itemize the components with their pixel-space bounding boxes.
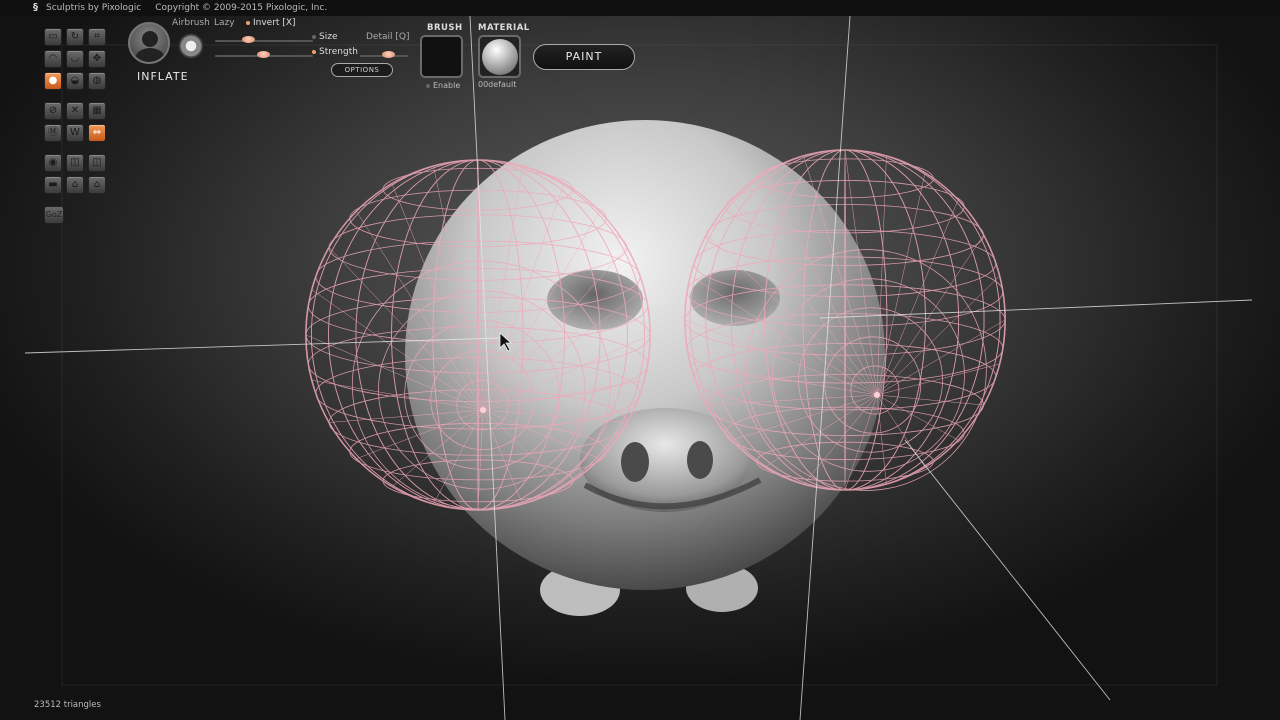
detail-label: Detail [Q] (366, 32, 410, 42)
import-icon[interactable]: ⌂ (66, 176, 84, 194)
pinch-icon[interactable]: ◒ (66, 72, 84, 90)
lazy-option[interactable]: Lazy (214, 18, 235, 28)
enable-toggle[interactable]: Enable (426, 81, 460, 90)
pig-nostril-left (621, 442, 649, 482)
scene-canvas[interactable] (0, 0, 1280, 720)
wireframe-icon[interactable]: ✕ (66, 102, 84, 120)
size-slider-track[interactable] (215, 40, 313, 42)
invert-indicator-icon (246, 20, 250, 25)
inflate-icon[interactable]: ● (44, 72, 62, 90)
paint-mode-button[interactable]: PAINT (533, 44, 635, 70)
strength-slider-knob[interactable] (257, 51, 270, 58)
brush-texture-swatch[interactable] (420, 35, 463, 78)
airbrush-toggle-button[interactable] (178, 33, 204, 59)
brush-header: BRUSH (427, 23, 463, 33)
open-icon[interactable]: ◫ (88, 154, 106, 172)
crop-icon[interactable]: ⌗ (88, 28, 106, 46)
material-header: MATERIAL (478, 23, 530, 33)
size-label: Size (312, 32, 337, 42)
save-icon[interactable]: ▬ (44, 176, 62, 194)
grid-icon[interactable]: ▦ (88, 102, 106, 120)
reduce-icon[interactable]: W (66, 124, 84, 142)
strength-indicator-icon (312, 49, 316, 54)
ear-right-pivot (874, 392, 880, 398)
detail-slider-knob[interactable] (382, 51, 395, 58)
enable-indicator-icon (426, 83, 430, 88)
sphere-icon[interactable]: ◉ (44, 154, 62, 172)
material-name-label: 00default (478, 80, 517, 89)
draw-icon[interactable]: ◠ (44, 50, 62, 68)
material-sphere-icon (482, 39, 518, 75)
strength-label: Strength (312, 47, 358, 57)
invert-option[interactable]: Invert [X] (246, 18, 296, 28)
material-swatch[interactable] (478, 35, 521, 78)
crease-icon[interactable]: ◡ (66, 50, 84, 68)
symmetry-icon[interactable]: ⊘ (44, 102, 62, 120)
export-icon[interactable]: ⌂ (88, 176, 106, 194)
mirror-icon[interactable]: ⇔ (88, 124, 106, 142)
ear-left-pivot (480, 407, 486, 413)
triangle-count: 23512 triangles (34, 700, 101, 710)
smooth-icon[interactable]: ◍ (88, 72, 106, 90)
size-slider-knob[interactable] (242, 36, 255, 43)
brush-name-label: INFLATE (137, 70, 189, 83)
pig-nostril-right (687, 441, 713, 479)
airbrush-option[interactable]: Airbrush (172, 18, 210, 28)
brush-preview-avatar[interactable] (128, 22, 170, 64)
options-button[interactable]: OPTIONS (331, 63, 393, 77)
grab-icon[interactable]: ▭ (44, 28, 62, 46)
goz-button[interactable]: GoZ (44, 206, 64, 224)
new-plane-icon[interactable]: ◫ (66, 154, 84, 172)
mask-icon[interactable]: Ⓜ (44, 124, 62, 142)
move-icon[interactable]: ✥ (88, 50, 106, 68)
size-indicator-icon (312, 34, 316, 39)
rotate-icon[interactable]: ↻ (66, 28, 84, 46)
